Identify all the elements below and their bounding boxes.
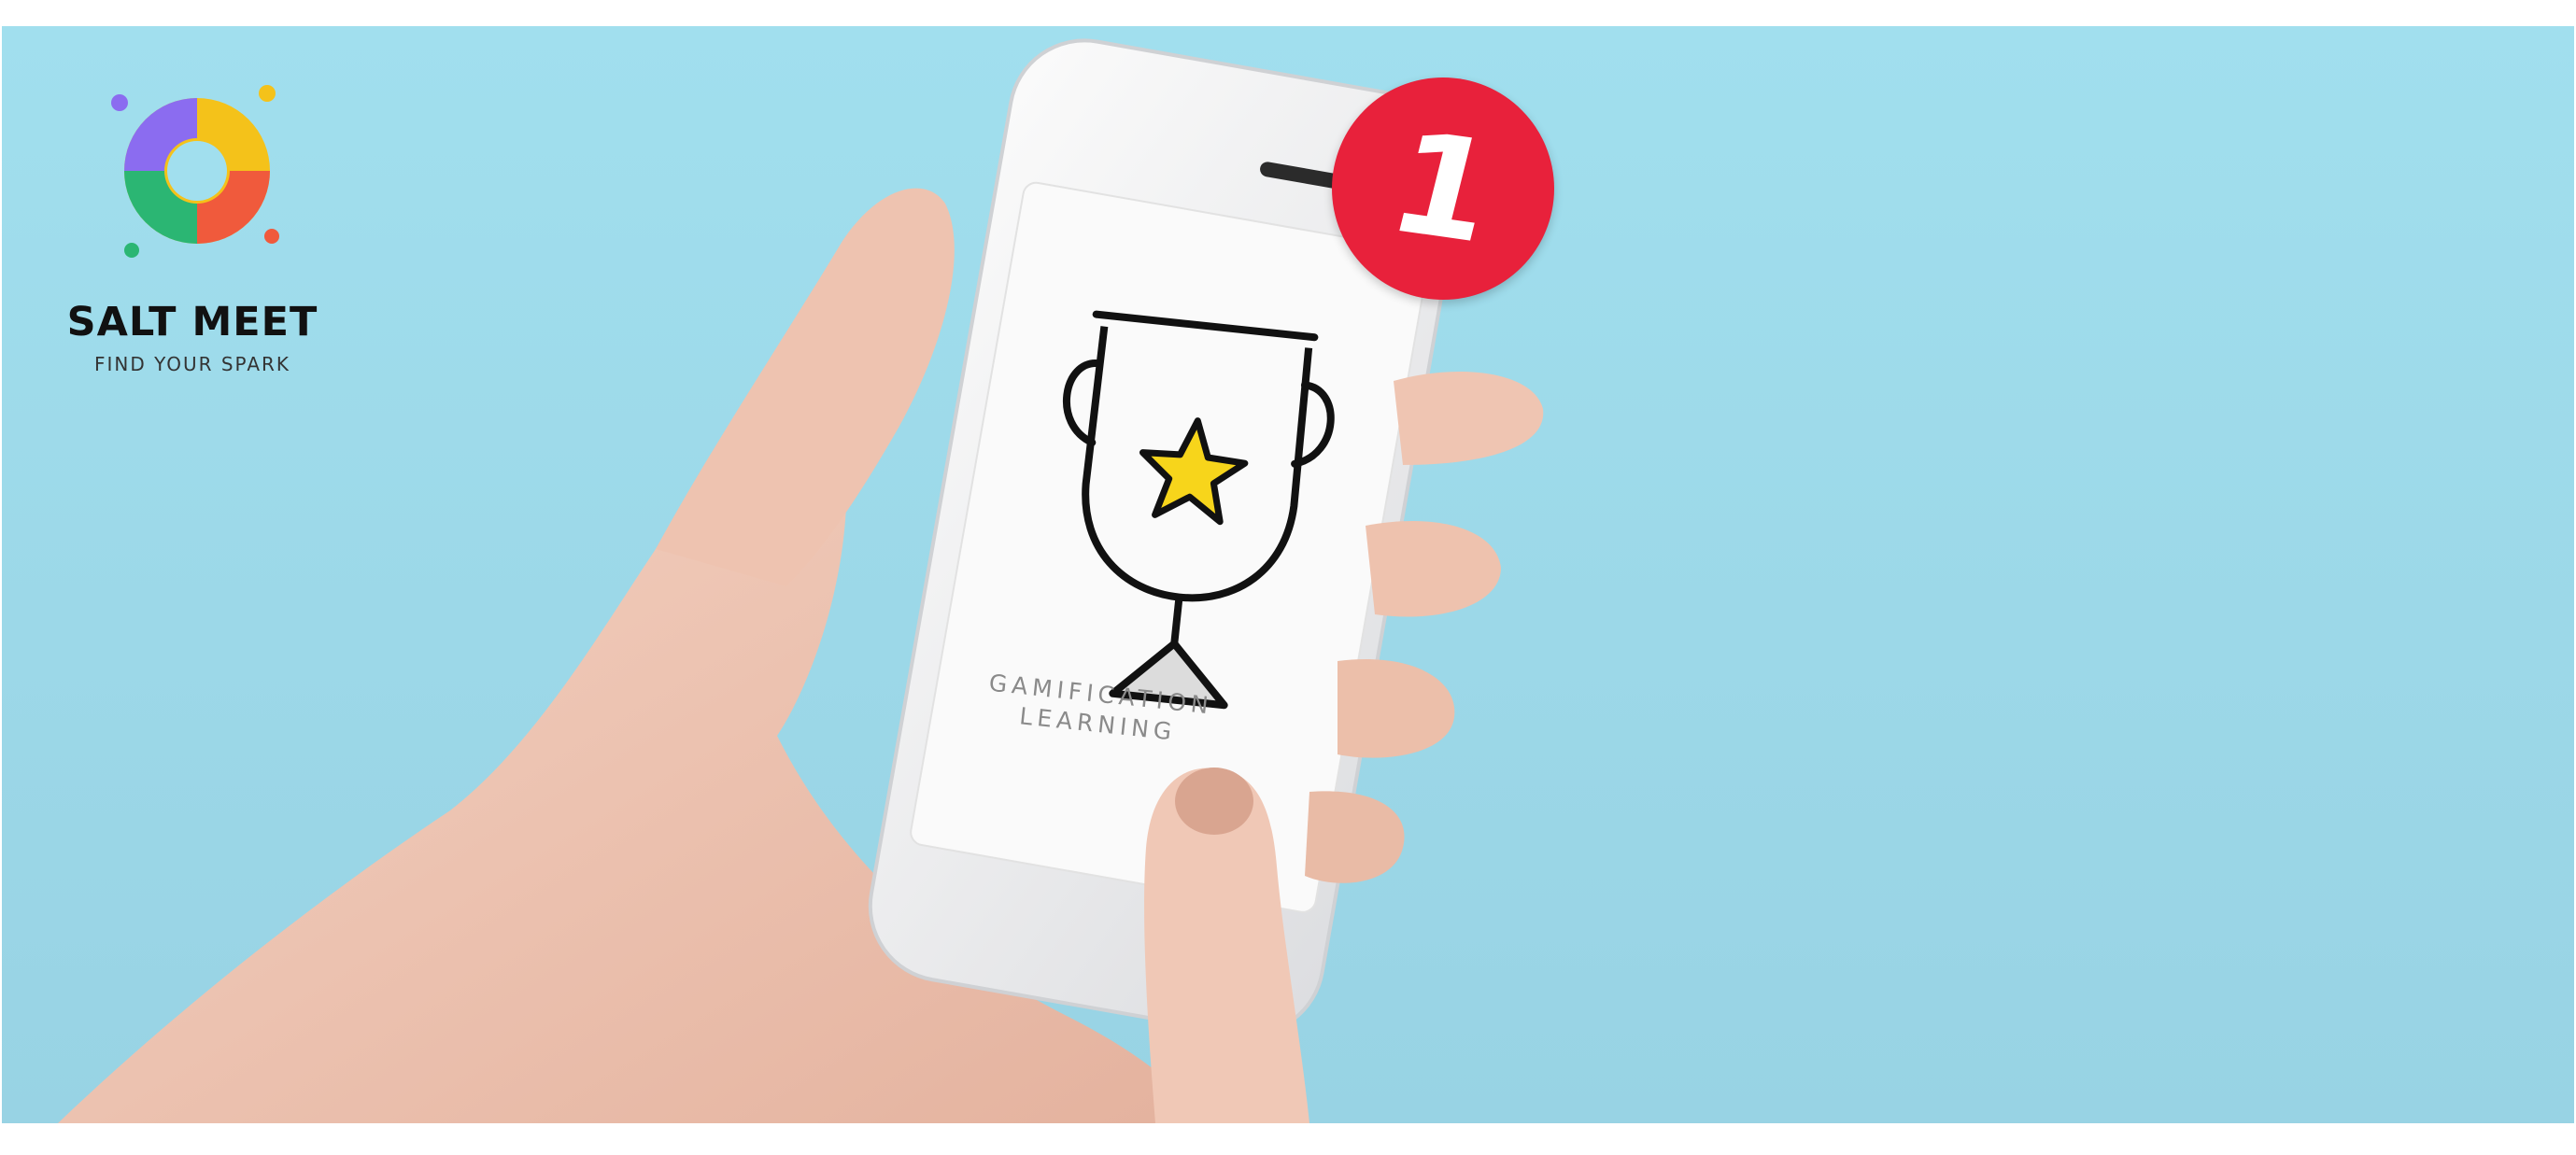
phone-in-hand-photo: GAMIFICATION LEARNING 1 [2, 26, 2574, 1123]
hero-banner: GAMIFICATION LEARNING 1 SALT MEET FIND Y… [2, 26, 2574, 1123]
brand-name: SALT MEET [66, 299, 318, 345]
brand-tagline: FIND YOUR SPARK [93, 353, 291, 375]
fingernail [1175, 768, 1253, 835]
thumb [656, 188, 955, 586]
hand-holding-phone-illustration [58, 38, 1544, 1123]
brand-logo: SALT MEET FIND YOUR SPARK [52, 82, 333, 390]
notification-badge: 1 [1332, 77, 1554, 300]
logo-mark-icon [111, 85, 279, 258]
